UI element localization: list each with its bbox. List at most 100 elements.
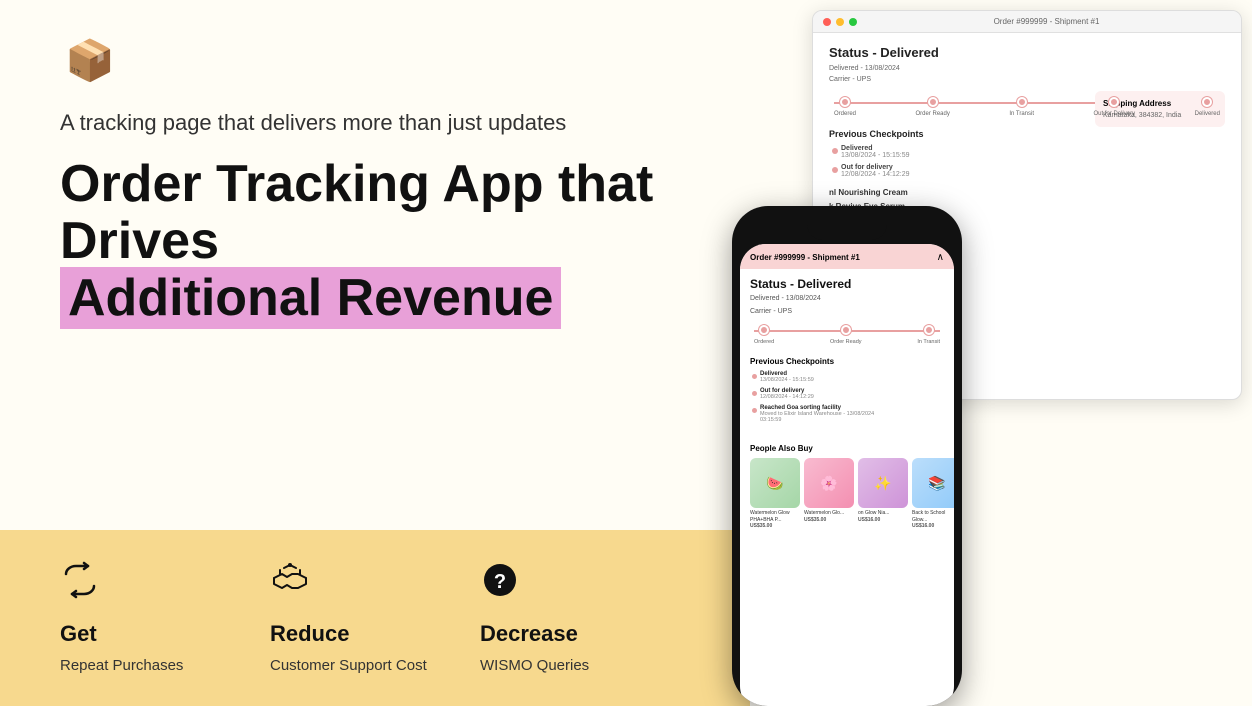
desktop-checkpoint-list: Delivered 13/08/2024 - 15:15:59 Out for …	[829, 145, 1225, 178]
feature-decrease-desc: WISMO Queries	[480, 655, 589, 676]
t-label-out: Out for Delivery	[1093, 111, 1135, 117]
headline: Order Tracking App that Drives Additiona…	[60, 156, 690, 328]
titlebar-dot-red	[823, 18, 831, 26]
phone-carrier: Carrier - UPS	[750, 306, 944, 317]
main-container: 📦 A tracking page that delivers more tha…	[0, 0, 1252, 706]
t-step-out: Out for Delivery	[1093, 97, 1135, 117]
phone-screen: Order #999999 - Shipment #1 ∧ Status - D…	[740, 244, 954, 706]
desktop-prev-checkpoints-title: Previous Checkpoints	[829, 129, 1225, 139]
phone-header: Order #999999 - Shipment #1 ∧	[740, 244, 954, 269]
product-emoji-4: 📚	[912, 458, 954, 508]
phone-content: Status - Delivered Delivered - 13/08/202…	[740, 269, 954, 436]
product-price-2: US$35.00	[804, 517, 854, 523]
product-card-3: ✨ on Glow Nia... US$16.00	[858, 458, 908, 529]
desktop-status: Status - Delivered	[829, 45, 1225, 60]
pt-label-transit: In Transit	[917, 339, 940, 345]
phone-status: Status - Delivered	[750, 277, 944, 291]
product-price-4: US$16.00	[912, 523, 954, 529]
t-dot-ready	[928, 97, 938, 107]
titlebar-text: Order #999999 - Shipment #1	[994, 17, 1100, 26]
desktop-carrier: Carrier - UPS	[829, 74, 1225, 85]
pcp-time-1: 13/08/2024 - 15:15:59	[760, 377, 814, 383]
desktop-products-label: nl Nourishing Cream	[829, 188, 1225, 197]
logo-icon: 📦	[65, 37, 115, 84]
t-label-transit: In Transit	[1009, 111, 1034, 117]
product-price-3: US$16.00	[858, 517, 908, 523]
pt-step-ordered: Ordered	[754, 325, 774, 345]
cp-time-2: 12/08/2024 - 14:12:29	[841, 171, 910, 178]
svg-text:?: ?	[494, 571, 506, 593]
desktop-content: Status - Delivered Delivered - 13/08/202…	[813, 33, 1241, 223]
headline-line2: Additional Revenue	[60, 267, 561, 329]
products-row: 🍉 Watermelon Glow PHA+BHA P... US$35.00 …	[740, 458, 954, 529]
t-step-delivered: Delivered	[1195, 97, 1220, 117]
repeat-icon	[60, 560, 100, 609]
t-step-ready: Order Ready	[915, 97, 949, 117]
t-label-ordered: Ordered	[834, 111, 856, 117]
product-card-1: 🍉 Watermelon Glow PHA+BHA P... US$35.00	[750, 458, 800, 529]
phone-order-title: Order #999999 - Shipment #1	[750, 253, 860, 262]
product-card-4: 📚 Back to School Glow... US$16.00	[912, 458, 954, 529]
headline-line1: Order Tracking App that Drives	[60, 155, 653, 270]
feature-item-decrease: ? Decrease WISMO Queries	[480, 560, 690, 676]
phone-chevron-icon: ∧	[937, 252, 944, 263]
feature-decrease-title: Decrease	[480, 621, 578, 647]
product-emoji-3: ✨	[858, 458, 908, 508]
handshake-icon	[270, 560, 310, 609]
phone-checkpoint-3: Reached Goa sorting facility Moved to El…	[750, 405, 944, 423]
pt-step-transit: In Transit	[917, 325, 940, 345]
left-panel: 📦 A tracking page that delivers more tha…	[0, 0, 750, 706]
pt-label-ready: Order Ready	[830, 339, 862, 345]
desktop-delivered-date: Delivered - 13/08/2024	[829, 63, 1225, 74]
feature-get-desc: Repeat Purchases	[60, 655, 183, 676]
phone-notch	[807, 218, 887, 240]
product-name-4: Back to School Glow...	[912, 510, 954, 523]
titlebar-dot-green	[849, 18, 857, 26]
question-icon: ?	[480, 560, 520, 609]
phone-checkpoint-2: Out for delivery 12/08/2024 - 14:12:29	[750, 388, 944, 400]
product-img-1: 🍉	[750, 458, 800, 508]
desktop-status-section: Status - Delivered Delivered - 13/08/202…	[829, 45, 1225, 85]
pt-step-ready: Order Ready	[830, 325, 862, 345]
t-dot-transit	[1017, 97, 1027, 107]
phone-checkpoint-1: Delivered 13/08/2024 - 15:15:59	[750, 371, 944, 383]
product-price-1: US$35.00	[750, 523, 800, 529]
product-img-2: 🌸	[804, 458, 854, 508]
pcp-time-3: 03:15:59	[760, 417, 874, 423]
t-dot-delivered	[1202, 97, 1212, 107]
phone-delivered-date: Delivered - 13/08/2024	[750, 293, 944, 304]
pt-dot-ordered	[759, 325, 769, 335]
feature-item-get: Get Repeat Purchases	[60, 560, 270, 676]
t-step-transit: In Transit	[1009, 97, 1034, 117]
tagline: A tracking page that delivers more than …	[60, 110, 690, 136]
cp-title-1: Delivered	[841, 145, 910, 152]
pcp-time-2: 12/08/2024 - 14:12:29	[760, 394, 814, 400]
product-img-3: ✨	[858, 458, 908, 508]
product-card-2: 🌸 Watermelon Glo... US$35.00	[804, 458, 854, 529]
desktop-titlebar: Order #999999 - Shipment #1	[813, 11, 1241, 33]
cp-time-1: 13/08/2024 - 15:15:59	[841, 152, 910, 159]
t-step-ordered: Ordered	[834, 97, 856, 117]
t-label-delivered: Delivered	[1195, 111, 1220, 117]
phone-tracking-bar: Ordered Order Ready In Transit	[750, 325, 944, 345]
product-emoji-2: 🌸	[804, 458, 854, 508]
pt-label-ordered: Ordered	[754, 339, 774, 345]
phone-mockup: Order #999999 - Shipment #1 ∧ Status - D…	[732, 206, 962, 706]
feature-get-title: Get	[60, 621, 97, 647]
desktop-checkpoint-2: Out for delivery 12/08/2024 - 14:12:29	[829, 164, 1225, 178]
feature-item-reduce: Reduce Customer Support Cost	[270, 560, 480, 676]
cp-title-2: Out for delivery	[841, 164, 910, 171]
features-band: Get Repeat Purchases Reduce Customer Sup…	[0, 530, 750, 706]
t-dot-ordered	[840, 97, 850, 107]
feature-reduce-desc: Customer Support Cost	[270, 655, 427, 676]
logo-box: 📦	[60, 30, 120, 90]
feature-reduce-title: Reduce	[270, 621, 349, 647]
t-dot-out	[1109, 97, 1119, 107]
pt-dot-transit	[924, 325, 934, 335]
product-img-4: 📚	[912, 458, 954, 508]
product-emoji-1: 🍉	[750, 458, 800, 508]
product-name-1: Watermelon Glow PHA+BHA P...	[750, 510, 800, 523]
people-buy-section: People Also Buy	[740, 436, 954, 453]
pt-dot-ready	[841, 325, 851, 335]
phone-prev-checkpoints-title: Previous Checkpoints	[750, 357, 944, 366]
